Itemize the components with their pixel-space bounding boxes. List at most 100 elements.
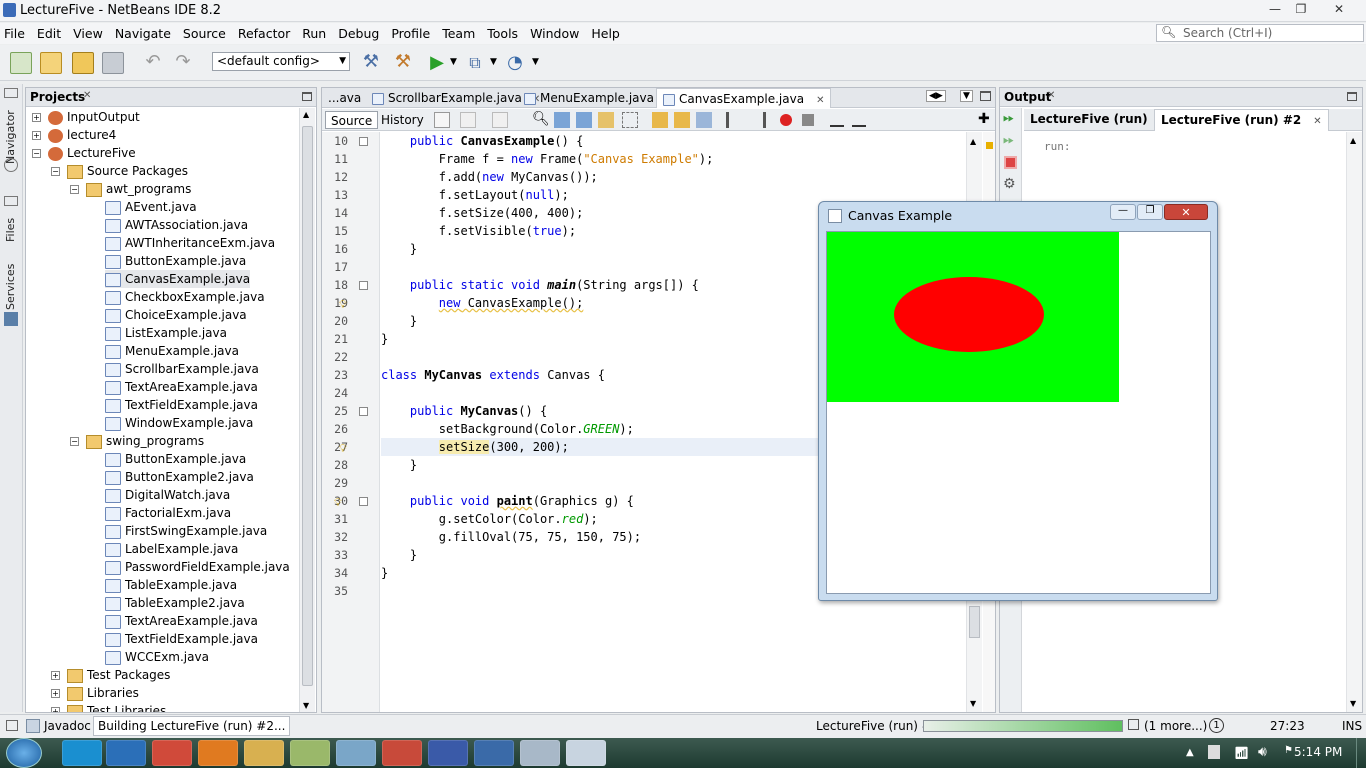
scroll-down-icon[interactable]: ▼ <box>303 701 309 710</box>
tree-node[interactable]: TableExample.java <box>105 576 237 594</box>
tree-node[interactable]: AEvent.java <box>105 198 197 216</box>
close-button[interactable]: ✕ <box>1326 1 1352 18</box>
canvas-example-window[interactable]: Canvas Example — ❐ ✕ <box>818 201 1218 601</box>
navigator-tab[interactable]: Navigator <box>4 104 17 164</box>
projects-scrollbar[interactable]: ▲ ▼ <box>299 108 315 712</box>
tree-node[interactable]: − LectureFive <box>32 144 136 162</box>
new-project-icon[interactable] <box>40 52 62 74</box>
maximize-editor-icon[interactable] <box>980 91 991 101</box>
menu-profile[interactable]: Profile <box>385 23 436 44</box>
tree-node[interactable]: TextAreaExample.java <box>105 612 258 630</box>
search-box[interactable]: 🔍︎ Search (Ctrl+I) <box>1156 24 1364 42</box>
start-button[interactable] <box>6 738 42 768</box>
building-status[interactable]: Building LectureFive (run) #2... <box>93 716 291 736</box>
tree-node[interactable]: ScrollbarExample.java <box>105 360 259 378</box>
tree-node[interactable]: CheckboxExample.java <box>105 288 265 306</box>
run-dropdown-icon[interactable]: ▼ <box>450 57 457 67</box>
tab-truncated[interactable]: ...ava <box>322 88 367 108</box>
find-icon[interactable]: 🔍︎ <box>532 111 550 127</box>
tree-node[interactable]: − Source Packages <box>51 162 188 180</box>
toggle-selection-icon[interactable] <box>622 112 638 128</box>
tab-menuexample[interactable]: MenuExample.java✕ <box>518 88 678 108</box>
redo-icon[interactable]: ↷ <box>172 52 194 74</box>
tree-node[interactable]: TextAreaExample.java <box>105 378 258 396</box>
tree-node[interactable]: LabelExample.java <box>105 540 238 558</box>
tab-output-run-2[interactable]: LectureFive (run) #2 ✕ <box>1154 109 1329 131</box>
stop-macro-icon[interactable] <box>802 114 814 126</box>
new-file-icon[interactable] <box>10 52 32 74</box>
toggle-highlight-icon[interactable] <box>598 112 614 128</box>
save-all-icon[interactable] <box>102 52 124 74</box>
tree-node[interactable]: ListExample.java <box>105 324 227 342</box>
menu-source[interactable]: Source <box>177 23 232 44</box>
scroll-up-icon[interactable]: ▲ <box>303 110 309 119</box>
tree-node[interactable]: AWTInheritanceExm.java <box>105 234 275 252</box>
menu-debug[interactable]: Debug <box>332 23 385 44</box>
services-tab[interactable]: Services <box>4 264 17 310</box>
comment-icon[interactable] <box>830 113 844 127</box>
projects-title[interactable]: Projects <box>30 90 85 104</box>
undo-icon[interactable]: ↶ <box>142 52 164 74</box>
debug-dropdown-icon[interactable]: ▼ <box>490 57 497 67</box>
word-icon[interactable] <box>428 740 468 766</box>
debug-icon[interactable]: ⧉ <box>464 52 486 74</box>
scroll-up-icon[interactable]: ▲ <box>1350 136 1356 145</box>
record-macro-icon[interactable] <box>780 114 792 126</box>
toggle-bookmark-icon[interactable] <box>696 112 712 128</box>
history-button[interactable]: History <box>376 111 429 129</box>
close-icon[interactable]: ✕ <box>1047 90 1055 101</box>
scroll-up-icon[interactable]: ▲ <box>970 137 976 146</box>
fold-icon[interactable] <box>359 407 368 416</box>
tree-node[interactable]: WCCExm.java <box>105 648 209 666</box>
tree-node[interactable]: + Libraries <box>51 684 139 702</box>
scroll-thumb[interactable] <box>302 126 313 686</box>
output-title[interactable]: Output <box>1004 90 1051 104</box>
split-editor-icon[interactable]: ✚ <box>978 111 990 127</box>
menu-view[interactable]: View <box>67 23 109 44</box>
close-icon[interactable]: ✕ <box>816 95 824 106</box>
forward-icon[interactable] <box>492 112 508 128</box>
menu-refactor[interactable]: Refactor <box>232 23 296 44</box>
collapse-icon[interactable]: − <box>70 185 79 194</box>
run-icon[interactable]: ▶ <box>426 52 448 74</box>
tree-node[interactable]: + Test Libraries <box>51 702 166 712</box>
stop-icon[interactable] <box>1004 156 1017 169</box>
expand-icon[interactable]: + <box>51 707 60 712</box>
file-explorer-icon[interactable] <box>244 740 284 766</box>
clock[interactable]: 5:14 PM <box>1294 745 1342 759</box>
volume-icon[interactable]: 🔊︎ <box>1258 744 1267 760</box>
tab-scroll-arrows-icon[interactable]: ◀▶ <box>926 90 946 102</box>
menu-help[interactable]: Help <box>585 23 626 44</box>
lightbulb-hint-icon[interactable]: 💡︎ <box>339 442 347 456</box>
tree-node[interactable]: ButtonExample.java <box>105 252 246 270</box>
tab-list-dropdown-icon[interactable]: ▼ <box>960 90 973 102</box>
tree-node[interactable]: + lecture4 <box>32 126 116 144</box>
tree-node[interactable]: − swing_programs <box>70 432 204 450</box>
files-tab[interactable]: Files <box>4 212 17 242</box>
java-canvas-app-icon[interactable] <box>566 740 606 766</box>
network-icon[interactable]: 📶︎ <box>1234 746 1249 760</box>
expand-icon[interactable]: + <box>51 671 60 680</box>
chrome-icon-2[interactable] <box>382 740 422 766</box>
collapse-icon[interactable]: − <box>32 149 41 158</box>
expand-icon[interactable]: + <box>32 131 41 140</box>
tree-node[interactable]: + Test Packages <box>51 666 170 684</box>
java-app-icon[interactable] <box>520 740 560 766</box>
close-button[interactable]: ✕ <box>1164 204 1208 220</box>
javadoc-tab[interactable]: Javadoc <box>44 719 91 733</box>
tree-node[interactable]: DigitalWatch.java <box>105 486 230 504</box>
lightbulb-hint-icon[interactable]: 💡︎ <box>339 298 347 312</box>
back-icon[interactable] <box>460 112 476 128</box>
device-icon[interactable] <box>1208 745 1220 759</box>
uncomment-icon[interactable] <box>852 113 866 127</box>
maximize-button[interactable]: ❐ <box>1137 204 1163 220</box>
tree-node[interactable]: TextFieldExample.java <box>105 396 258 414</box>
tree-node[interactable]: ButtonExample.java <box>105 450 246 468</box>
fold-icon[interactable] <box>359 137 368 146</box>
previous-bookmark-icon[interactable] <box>652 112 668 128</box>
skype-icon[interactable] <box>62 740 102 766</box>
chrome-icon[interactable] <box>152 740 192 766</box>
clean-build-icon[interactable]: ⚒ <box>392 52 414 74</box>
show-desktop-button[interactable] <box>1356 738 1366 768</box>
netbeans-taskbar-icon[interactable] <box>474 740 514 766</box>
